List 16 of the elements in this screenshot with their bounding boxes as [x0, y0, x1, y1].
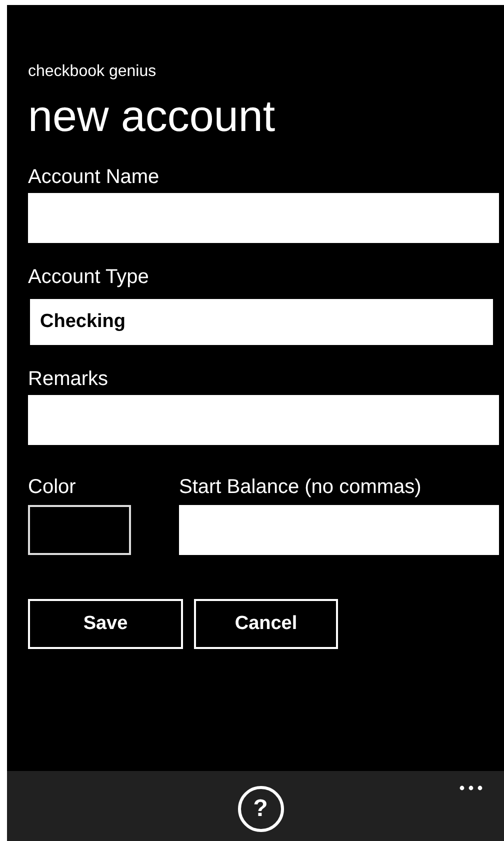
field-label: Remarks [28, 367, 108, 391]
field-label: Account Type [28, 265, 149, 289]
help-button[interactable]: ? [238, 786, 284, 832]
field-label: Color [28, 475, 76, 499]
form-button[interactable]: Save [28, 599, 183, 649]
app-name: checkbook genius [28, 63, 156, 81]
input-field[interactable] [28, 395, 499, 445]
page-title: new account [28, 91, 276, 143]
form-button[interactable]: Cancel [194, 599, 338, 649]
account-type-picker[interactable]: Checking [30, 299, 493, 345]
color-picker[interactable] [28, 505, 131, 555]
input-field[interactable] [28, 193, 499, 243]
field-label: Start Balance (no commas) [179, 475, 422, 499]
more-icon[interactable] [459, 785, 483, 791]
input-field[interactable] [179, 505, 499, 555]
field-label: Account Name [28, 165, 160, 189]
